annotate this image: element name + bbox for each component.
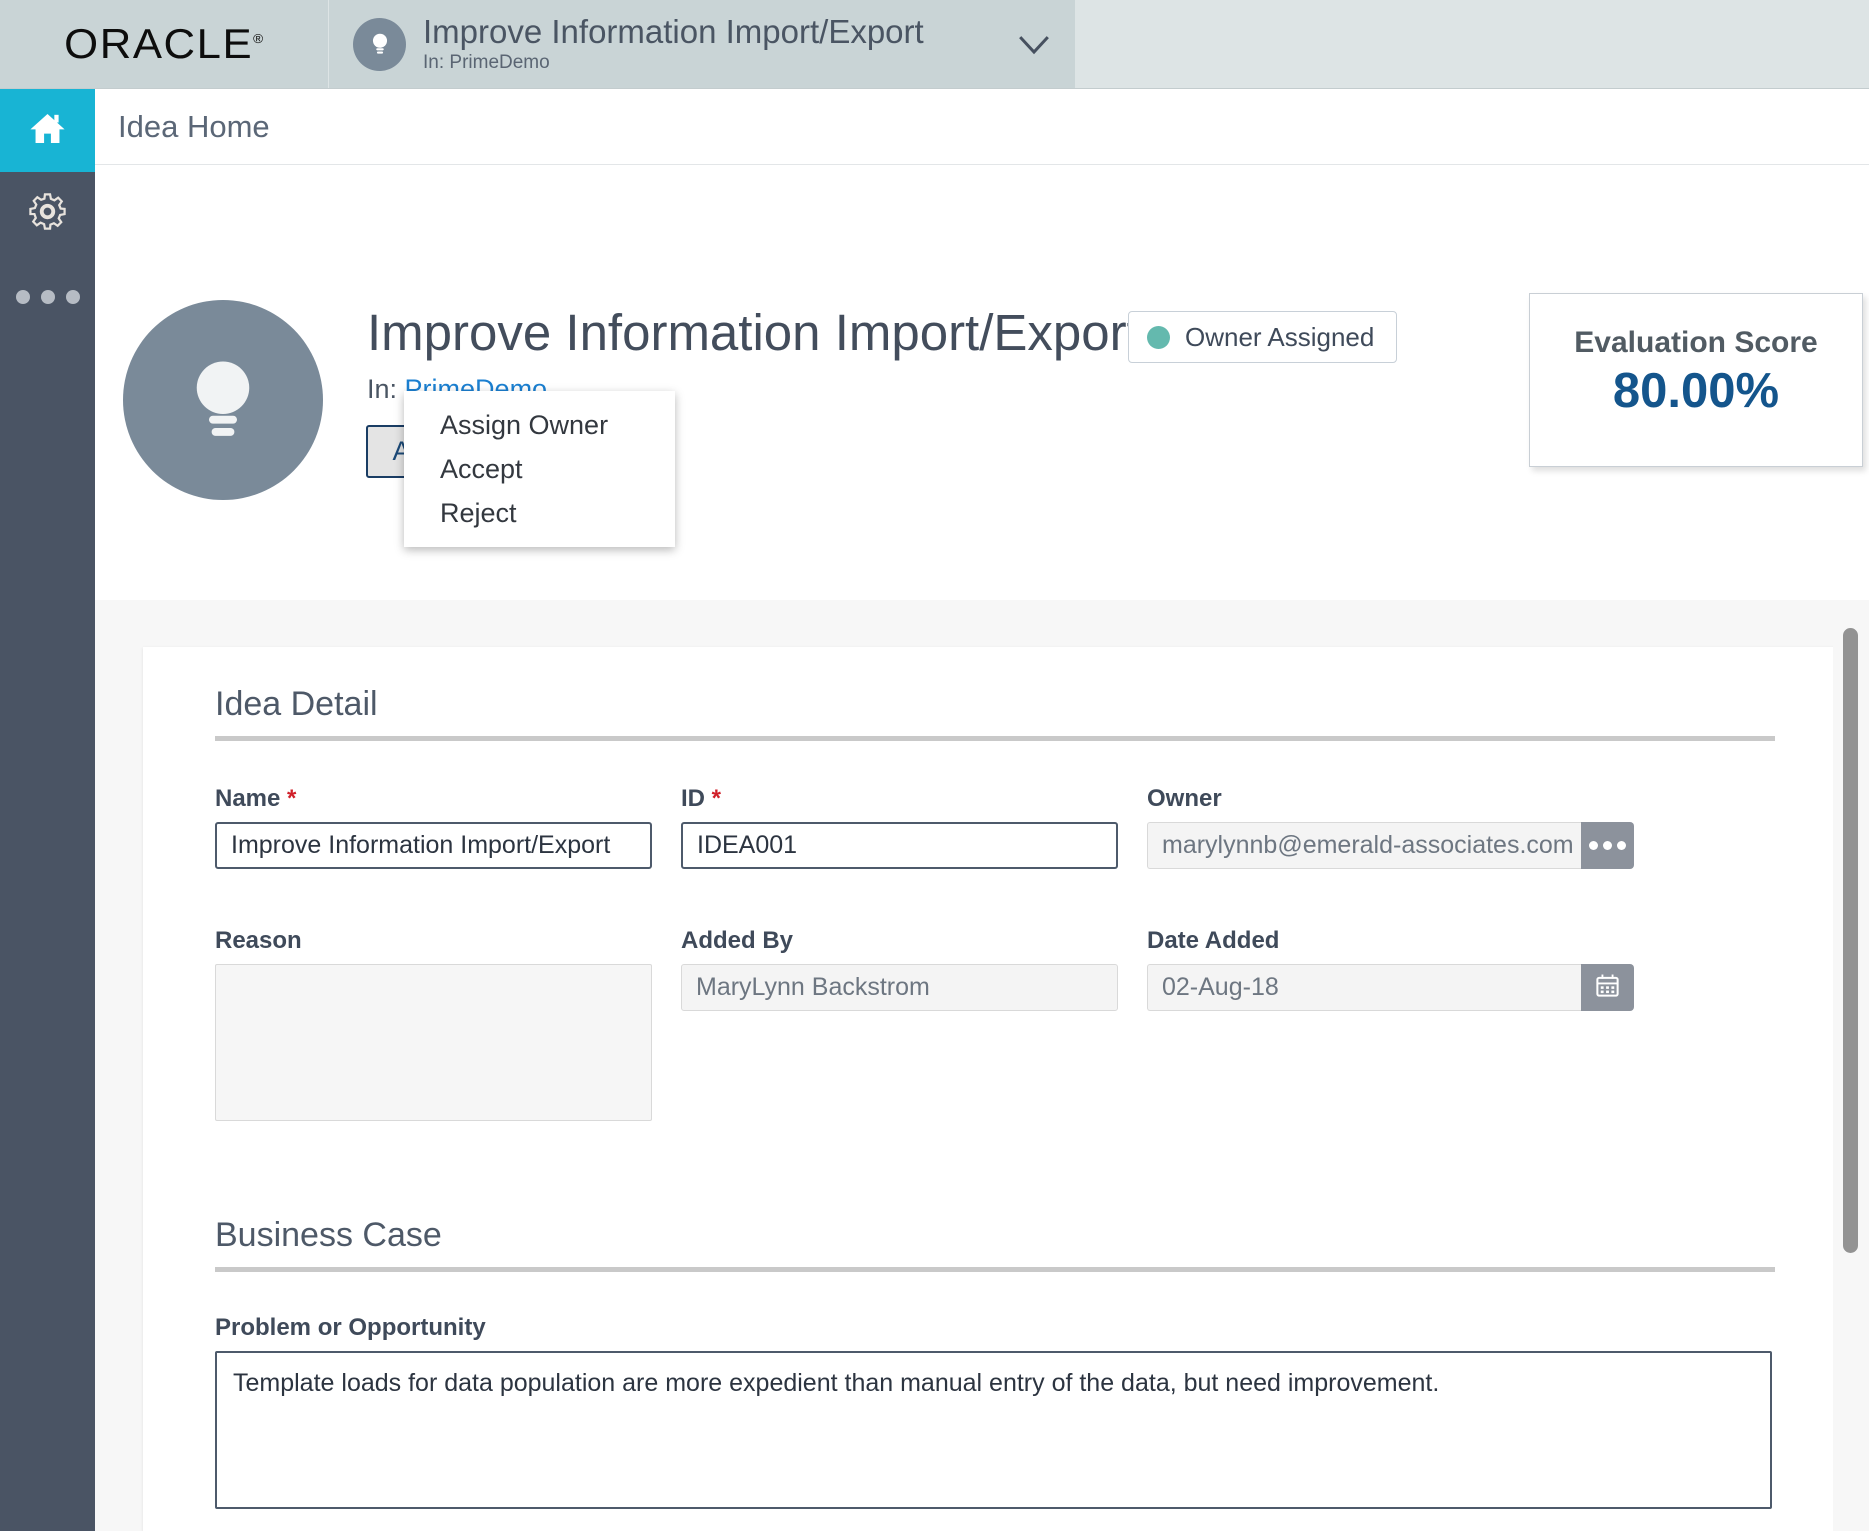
field-id: ID * IDEA001 [681, 785, 1118, 869]
menu-item-reject[interactable]: Reject [404, 491, 675, 535]
status-badge: Owner Assigned [1128, 311, 1397, 363]
gear-icon [27, 191, 68, 237]
app-context-tab[interactable]: Improve Information Import/Export In: Pr… [329, 0, 1075, 88]
field-name-label: Name * [215, 785, 652, 813]
evaluation-score-title: Evaluation Score [1530, 326, 1862, 360]
sidebar-item-home[interactable] [0, 89, 95, 172]
field-name: Name * Improve Information Import/Export [215, 785, 652, 869]
field-date-added: Date Added 02-Aug-18 [1147, 927, 1634, 1121]
menu-item-accept[interactable]: Accept [404, 447, 675, 491]
field-owner-label: Owner [1147, 785, 1634, 813]
page-title: Improve Information Import/Export [367, 305, 1141, 361]
label-text: ID [681, 785, 705, 812]
lightbulb-icon [353, 18, 406, 71]
label-text: Name [215, 785, 280, 812]
menu-item-assign-owner[interactable]: Assign Owner [404, 403, 675, 447]
evaluation-score-value: 80.00% [1530, 363, 1862, 419]
breadcrumb: Idea Home [95, 89, 1869, 165]
registered-mark: ® [254, 31, 264, 46]
app-tab-title: Improve Information Import/Export [423, 14, 1011, 50]
idea-hero: Improve Information Import/Export Owner … [95, 166, 1869, 600]
business-case-section-title: Business Case [143, 1216, 1847, 1255]
oracle-wordmark: ORACLE [65, 20, 254, 67]
top-header-bar: ORACLE® Improve Information Import/Expor… [0, 0, 1869, 89]
field-id-label: ID * [681, 785, 1118, 813]
required-marker: * [287, 785, 296, 812]
oracle-logo: ORACLE® [65, 20, 264, 68]
field-added-by: Added By MaryLynn Backstrom [681, 927, 1118, 1121]
main-content: Idea Home Improve Information Import/Exp… [95, 89, 1869, 1531]
date-added-input-group: 02-Aug-18 [1147, 964, 1634, 1011]
oracle-logo-zone[interactable]: ORACLE® [0, 0, 328, 88]
page-body: Idea Detail Name * Improve Information I… [95, 600, 1869, 1531]
field-proposed-solution: Proposed Solution [143, 1509, 1847, 1531]
reason-textarea[interactable] [215, 964, 652, 1121]
added-by-input: MaryLynn Backstrom [681, 964, 1118, 1011]
status-dot-icon [1147, 326, 1170, 349]
app-tab-subtitle: In: PrimeDemo [423, 52, 1011, 74]
field-date-added-label: Date Added [1147, 927, 1634, 955]
field-problem-label: Problem or Opportunity [215, 1314, 1772, 1342]
owner-input[interactable]: marylynnb@emerald-associates.com [1147, 822, 1581, 869]
left-nav-rail [0, 89, 95, 1531]
field-problem-opportunity: Problem or Opportunity Template loads fo… [143, 1272, 1847, 1509]
sidebar-item-settings[interactable] [0, 172, 95, 255]
date-picker-button[interactable] [1581, 964, 1634, 1011]
ellipsis-icon [16, 290, 80, 304]
idea-avatar [123, 300, 323, 500]
idea-detail-section-title: Idea Detail [143, 685, 1847, 724]
owner-picker-button[interactable] [1581, 822, 1634, 869]
chevron-down-icon[interactable] [1011, 21, 1057, 67]
calendar-icon [1594, 972, 1621, 1004]
field-added-by-label: Added By [681, 927, 1118, 955]
app-tab-texts: Improve Information Import/Export In: Pr… [423, 14, 1011, 74]
ellipsis-icon [1589, 841, 1626, 850]
date-added-input[interactable]: 02-Aug-18 [1147, 964, 1581, 1011]
lightbulb-icon [167, 344, 279, 456]
evaluation-score-card: Evaluation Score 80.00% [1529, 293, 1863, 467]
sidebar-item-more[interactable] [0, 255, 95, 338]
breadcrumb-label[interactable]: Idea Home [118, 109, 270, 145]
field-owner: Owner marylynnb@emerald-associates.com [1147, 785, 1634, 869]
action-dropdown-menu: Assign Owner Accept Reject [404, 391, 675, 547]
owner-input-group: marylynnb@emerald-associates.com [1147, 822, 1634, 869]
id-input[interactable]: IDEA001 [681, 822, 1118, 869]
vertical-scrollbar-track[interactable] [1833, 600, 1869, 1531]
name-input[interactable]: Improve Information Import/Export [215, 822, 652, 869]
vertical-scrollbar-thumb[interactable] [1843, 628, 1858, 1253]
detail-card: Idea Detail Name * Improve Information I… [143, 647, 1847, 1531]
field-reason-label: Reason [215, 927, 652, 955]
required-marker: * [712, 785, 721, 812]
status-badge-label: Owner Assigned [1185, 322, 1374, 353]
in-prefix-label: In: [367, 374, 397, 404]
problem-textarea[interactable]: Template loads for data population are m… [215, 1351, 1772, 1509]
field-reason: Reason [215, 927, 652, 1121]
home-icon [27, 108, 68, 154]
